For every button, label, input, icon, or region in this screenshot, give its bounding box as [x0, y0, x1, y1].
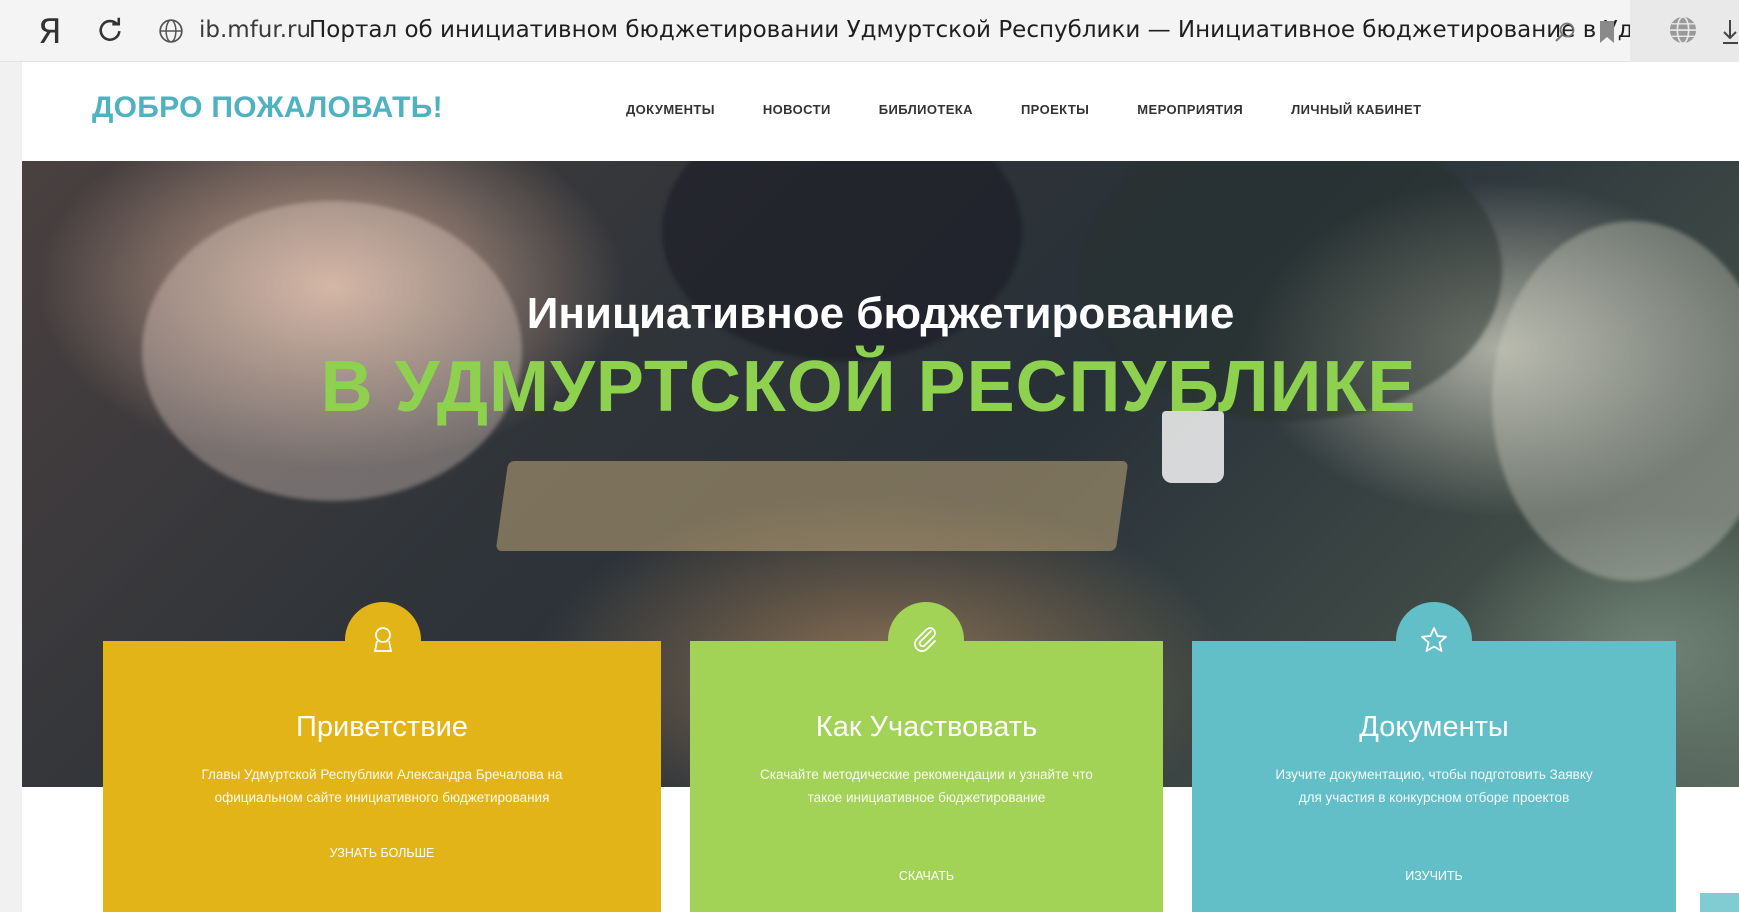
download-button[interactable]: СКАЧАТЬ: [690, 869, 1163, 883]
paperclip-icon: [914, 627, 936, 652]
main-navigation: ДОКУМЕНТЫ НОВОСТИ БИБЛИОТЕКА ПРОЕКТЫ МЕР…: [626, 102, 1469, 117]
browser-toolbar: Я ib.mfur.ru Портал об инициативном бюдж…: [0, 0, 1739, 62]
card-text: Изучите документацию, чтобы подготовить …: [1275, 767, 1593, 805]
card-greeting: Приветствие Главы Удмуртской Республики …: [103, 602, 661, 912]
card-badge: [1396, 602, 1472, 678]
find-in-page-icon[interactable]: [1553, 20, 1577, 44]
bookmark-icon[interactable]: [1598, 20, 1616, 44]
reload-icon[interactable]: [96, 16, 124, 44]
nav-link-documents[interactable]: ДОКУМЕНТЫ: [626, 102, 715, 117]
card-badge: [888, 602, 964, 678]
card-documents: Документы Изучите документацию, чтобы по…: [1192, 602, 1676, 912]
download-icon[interactable]: [1722, 18, 1739, 46]
card-text: Скачайте методические рекомендации и узн…: [760, 767, 1093, 805]
nav-link-events[interactable]: МЕРОПРИЯТИЯ: [1137, 102, 1243, 117]
site-globe-icon[interactable]: [158, 18, 184, 44]
card-title: Документы: [1359, 711, 1509, 743]
card-text: Главы Удмуртской Республики Александра Б…: [201, 767, 563, 805]
scroll-to-top-button[interactable]: [1700, 893, 1739, 912]
hero-subtitle: В УДМУРТСКОЙ РЕСПУБЛИКЕ: [320, 347, 1417, 427]
card-how-to-participate: Как Участвовать Скачайте методические ре…: [690, 602, 1163, 912]
nav-link-account[interactable]: ЛИЧНЫЙ КАБИНЕТ: [1291, 102, 1421, 117]
card-badge: [345, 602, 421, 678]
star-icon: [1421, 627, 1447, 652]
hero-table-surface: [495, 461, 1129, 551]
nav-link-news[interactable]: НОВОСТИ: [763, 102, 831, 117]
nav-link-projects[interactable]: ПРОЕКТЫ: [1021, 102, 1089, 117]
extension-globe-icon[interactable]: [1668, 15, 1698, 45]
site-logo[interactable]: ДОБРО ПОЖАЛОВАТЬ!: [92, 91, 443, 125]
card-title: Приветствие: [296, 711, 468, 743]
site-header: ДОБРО ПОЖАЛОВАТЬ! ДОКУМЕНТЫ НОВОСТИ БИБЛ…: [22, 62, 1739, 161]
address-page-title[interactable]: Портал об инициативном бюджетировании Уд…: [309, 17, 1655, 43]
yandex-logo[interactable]: Я: [38, 12, 62, 52]
learn-more-button[interactable]: УЗНАТЬ БОЛЬШЕ: [103, 846, 661, 860]
card-title: Как Участвовать: [815, 711, 1038, 743]
nav-link-library[interactable]: БИБЛИОТЕКА: [879, 102, 973, 117]
person-icon: [373, 627, 393, 652]
hero-title: Инициативное бюджетирование: [526, 289, 1235, 338]
study-button[interactable]: ИЗУЧИТЬ: [1192, 869, 1676, 883]
address-domain[interactable]: ib.mfur.ru: [199, 17, 311, 43]
